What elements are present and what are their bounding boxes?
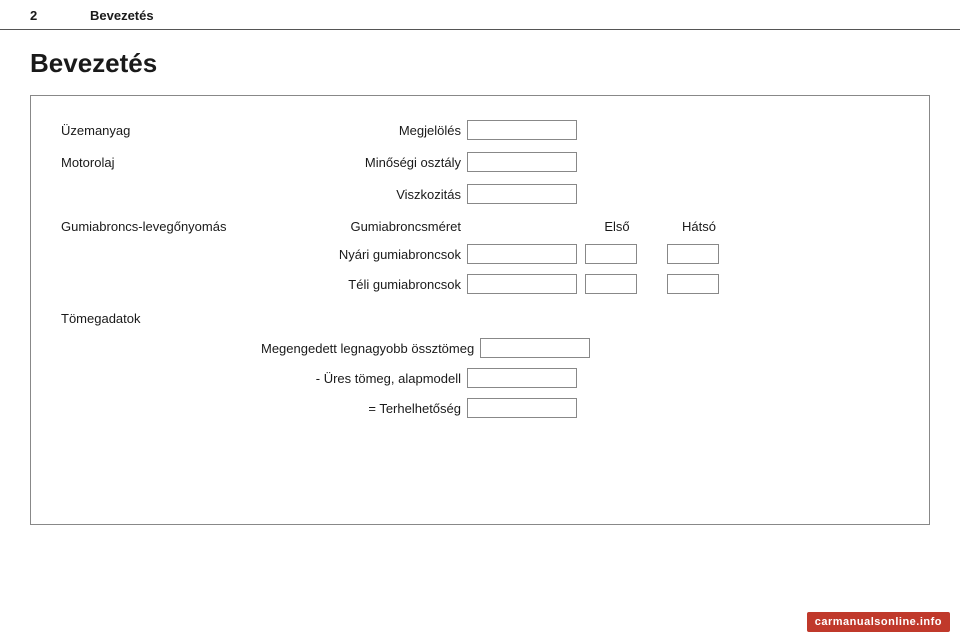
fuel-input[interactable] (467, 120, 577, 140)
tire-front-header: Első (591, 219, 643, 234)
viscosity-label: Viszkozitás (261, 187, 461, 202)
mass-label: Tömegadatok (61, 311, 261, 326)
tire-pressure-header-row: Gumiabroncs-levegőnyomás Gumiabroncsmére… (61, 214, 899, 238)
mass-max-row: Megengedett legnagyobb össztömeg (61, 336, 899, 360)
summer-tire-front-input[interactable] (585, 244, 637, 264)
fuel-field-label: Megjelölés (261, 123, 461, 138)
viscosity-row: Viszkozitás (61, 182, 899, 206)
winter-tire-front-input[interactable] (585, 274, 637, 294)
oil-row: Motorolaj Minőségi osztály (61, 150, 899, 174)
content-box: Üzemanyag Megjelölés Motorolaj Minőségi … (30, 95, 930, 525)
summer-tires-label: Nyári gumiabroncsok (261, 247, 461, 262)
mass-empty-input[interactable] (467, 368, 577, 388)
summer-tire-size-input[interactable] (467, 244, 577, 264)
oil-quality-label: Minőségi osztály (261, 155, 461, 170)
mass-max-label: Megengedett legnagyobb össztömeg (261, 341, 474, 356)
oil-quality-input[interactable] (467, 152, 577, 172)
summer-tire-rear-input[interactable] (667, 244, 719, 264)
watermark-badge: carmanualsonline.info (807, 612, 950, 632)
summer-tires-row: Nyári gumiabroncsok (61, 242, 899, 266)
tire-pressure-label: Gumiabroncs-levegőnyomás (61, 219, 261, 234)
viscosity-input[interactable] (467, 184, 577, 204)
section-title: Bevezetés (30, 48, 930, 79)
page-header: 2 Bevezetés (0, 0, 960, 30)
winter-tires-row: Téli gumiabroncsok (61, 272, 899, 296)
fuel-label: Üzemanyag (61, 123, 261, 138)
page-body: Bevezetés Üzemanyag Megjelölés Motorolaj… (0, 30, 960, 545)
page-number: 2 (30, 8, 50, 23)
mass-load-input[interactable] (467, 398, 577, 418)
winter-tire-size-input[interactable] (467, 274, 577, 294)
mass-empty-row: - Üres tömeg, alapmodell (61, 366, 899, 390)
fuel-row: Üzemanyag Megjelölés (61, 118, 899, 142)
oil-label: Motorolaj (61, 155, 261, 170)
winter-tires-label: Téli gumiabroncsok (261, 277, 461, 292)
mass-load-label: = Terhelhetőség (261, 401, 461, 416)
tire-rear-header: Hátsó (673, 219, 725, 234)
tire-size-header: Gumiabroncsméret (261, 219, 461, 234)
winter-tire-rear-input[interactable] (667, 274, 719, 294)
mass-title-row: Tömegadatok (61, 306, 899, 330)
header-title: Bevezetés (90, 8, 154, 23)
mass-load-row: = Terhelhetőség (61, 396, 899, 420)
mass-section: Tömegadatok Megengedett legnagyobb összt… (61, 306, 899, 420)
mass-empty-label: - Üres tömeg, alapmodell (261, 371, 461, 386)
mass-max-input[interactable] (480, 338, 590, 358)
